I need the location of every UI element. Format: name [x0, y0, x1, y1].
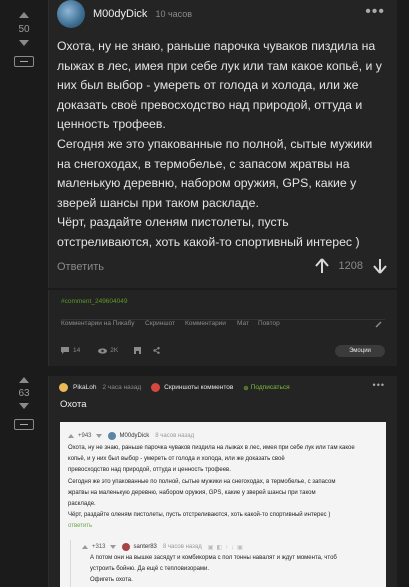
shot-user: M00dyDick	[119, 433, 150, 439]
post-card: PikaLoh 2 часа назад Скриншоты комментов…	[48, 376, 397, 587]
views-count: 2K	[110, 347, 119, 354]
shot-line: жратвы на маленькую деревню, набором ору…	[68, 489, 316, 496]
tag-link[interactable]: Комментарии	[185, 320, 226, 327]
post-stats: 14 2K	[61, 347, 160, 354]
reply-button[interactable]: Ответить	[57, 261, 104, 273]
shot-line: Сегодня же это упакованные по полной, сы…	[68, 478, 336, 485]
shot-line: раскладе.	[68, 501, 96, 508]
avatar	[107, 432, 116, 440]
shot-reply: ответить	[68, 523, 93, 530]
tag-link[interactable]: Комментарии на Пикабу	[61, 320, 135, 327]
comment-paragraph: Сегодня же это упакованные по полной, сы…	[57, 136, 373, 210]
comments-icon[interactable]	[61, 347, 69, 354]
vote-rail: 50 63	[0, 0, 48, 587]
reply-text: А потом они на вышке засядут и комбикорм…	[90, 553, 380, 587]
reply-user: santer83	[133, 544, 157, 550]
comment-rating: 1208	[314, 258, 387, 274]
downvote-icon	[109, 545, 116, 549]
shot-time: 8 часов назад	[155, 433, 195, 439]
community-name[interactable]: Скриншоты комментов	[164, 384, 233, 391]
reply-actions-icon: ▣◧↑↓▣	[207, 544, 246, 551]
username[interactable]: M00dyDick	[93, 8, 147, 20]
collapse-button[interactable]	[14, 419, 34, 430]
tag-links: Комментарии на Пикабу Скриншот Комментар…	[61, 320, 381, 330]
comment-paragraph: Охота, ну не знаю, раньше парочка чувако…	[57, 39, 382, 132]
tag-link[interactable]: Скриншот	[145, 320, 175, 327]
subscribe-link[interactable]: Подписаться	[251, 384, 290, 391]
tag-link[interactable]: Повтор	[258, 320, 280, 327]
author-avatar[interactable]	[59, 383, 68, 392]
shot-line: Охота, ну не знаю, раньше парочка чувако…	[68, 445, 355, 451]
shot-line: превосходство над природой, оттуда и цен…	[68, 467, 231, 474]
community-avatar[interactable]	[151, 383, 161, 392]
shot-header: +943 M00dyDick 8 часов назад	[68, 432, 194, 440]
post-vote: 63	[8, 377, 40, 430]
emotions-button[interactable]: Эмоции	[335, 345, 385, 357]
upvote-icon	[68, 434, 74, 438]
rating-value: 1208	[338, 260, 363, 272]
post-time: 2 часа назад	[102, 384, 142, 391]
author-name[interactable]: PikaLoh	[73, 384, 97, 391]
downvote-icon	[95, 434, 102, 438]
shot-reply-header: +313 santer83 8 часов назад ▣◧↑↓▣	[82, 543, 246, 551]
reply-score: +313	[92, 544, 106, 550]
comment-screenshot[interactable]: +943 M00dyDick 8 часов назад Охота, ну н…	[60, 422, 386, 587]
post-title[interactable]: Охота	[60, 399, 87, 410]
post-header: PikaLoh 2 часа назад Скриншоты комментов…	[59, 383, 290, 392]
eye-icon	[98, 347, 108, 354]
shot-score: +943	[78, 433, 92, 439]
comment-body: Охота, ну не знаю, раньше парочка чувако…	[57, 37, 385, 253]
shot-line: копьё, и у них был выбор - умереть от го…	[68, 456, 285, 463]
shot-text: Охота, ну не знаю, раньше парочка чувако…	[68, 443, 380, 533]
comment-score: 50	[18, 24, 30, 35]
reply-line: устроить бойню. Да ещё с тепловизорами.	[90, 566, 210, 573]
hashtag-link[interactable]: #comment_249604049	[61, 298, 128, 305]
comment-header: M00dyDick 10 часов	[93, 8, 192, 20]
upvote-icon[interactable]	[19, 377, 29, 383]
reply-time: 8 часов назад	[162, 544, 202, 550]
user-avatar[interactable]	[57, 0, 85, 28]
shot-line: Чёрт, раздайте оленям пистолеты, пусть о…	[68, 512, 331, 519]
reply-line: Офигеть охота.	[90, 577, 133, 584]
avatar	[121, 543, 130, 551]
post-score: 63	[18, 388, 30, 399]
comment-card: M00dyDick 10 часов ••• Охота, ну не знаю…	[48, 0, 397, 288]
subscribe-icon[interactable]: ⊕	[243, 384, 248, 392]
upvote-icon	[82, 545, 88, 549]
comments-count: 14	[73, 347, 81, 354]
arrow-up-icon[interactable]	[314, 258, 329, 274]
arrow-down-icon[interactable]	[373, 258, 387, 274]
save-icon[interactable]	[134, 347, 142, 354]
upvote-icon[interactable]	[19, 12, 29, 18]
comment-vote: 50	[8, 12, 40, 67]
collapse-button[interactable]	[14, 56, 34, 67]
reply-line: А потом они на вышке засядут и комбикорм…	[90, 555, 337, 561]
comment-paragraph: Чёрт, раздайте оленям пистолеты, пусть о…	[57, 215, 360, 249]
thread-line	[70, 540, 71, 587]
post-info-card: #comment_249604049 Комментарии на Пикабу…	[48, 290, 397, 366]
comment-time: 10 часов	[155, 9, 193, 19]
share-icon[interactable]	[153, 347, 160, 354]
more-icon[interactable]: •••	[373, 380, 385, 390]
edit-icon[interactable]	[375, 320, 383, 328]
tag-link[interactable]: Мат	[237, 320, 249, 327]
more-icon[interactable]: •••	[365, 3, 385, 21]
